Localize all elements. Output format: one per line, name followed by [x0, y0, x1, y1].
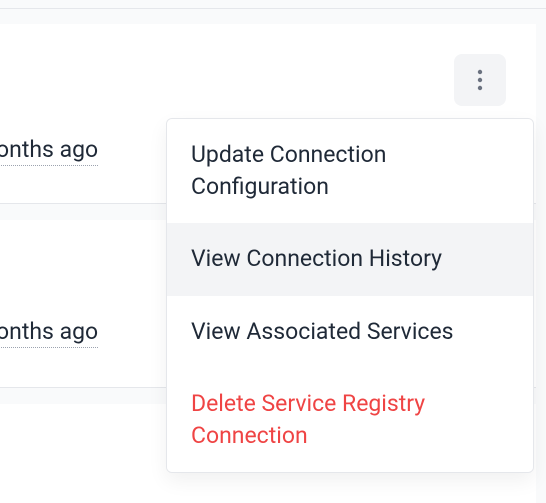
- menu-item-label: Delete Service Registry Connection: [191, 390, 425, 449]
- timestamp: onths ago: [0, 318, 98, 348]
- menu-item-update-config[interactable]: Update Connection Configuration: [167, 119, 533, 223]
- divider: [0, 8, 546, 9]
- menu-item-label: Update Connection Configuration: [191, 141, 386, 200]
- menu-item-delete-connection[interactable]: Delete Service Registry Connection: [167, 368, 533, 472]
- timestamp: onths ago: [0, 136, 98, 166]
- menu-item-view-history[interactable]: View Connection History: [167, 223, 533, 295]
- more-vertical-icon: [477, 68, 483, 92]
- menu-item-label: View Connection History: [191, 245, 442, 272]
- menu-item-label: View Associated Services: [191, 318, 454, 345]
- menu-item-view-services[interactable]: View Associated Services: [167, 296, 533, 368]
- context-menu: Update Connection Configuration View Con…: [166, 118, 534, 473]
- more-options-button[interactable]: [454, 54, 506, 106]
